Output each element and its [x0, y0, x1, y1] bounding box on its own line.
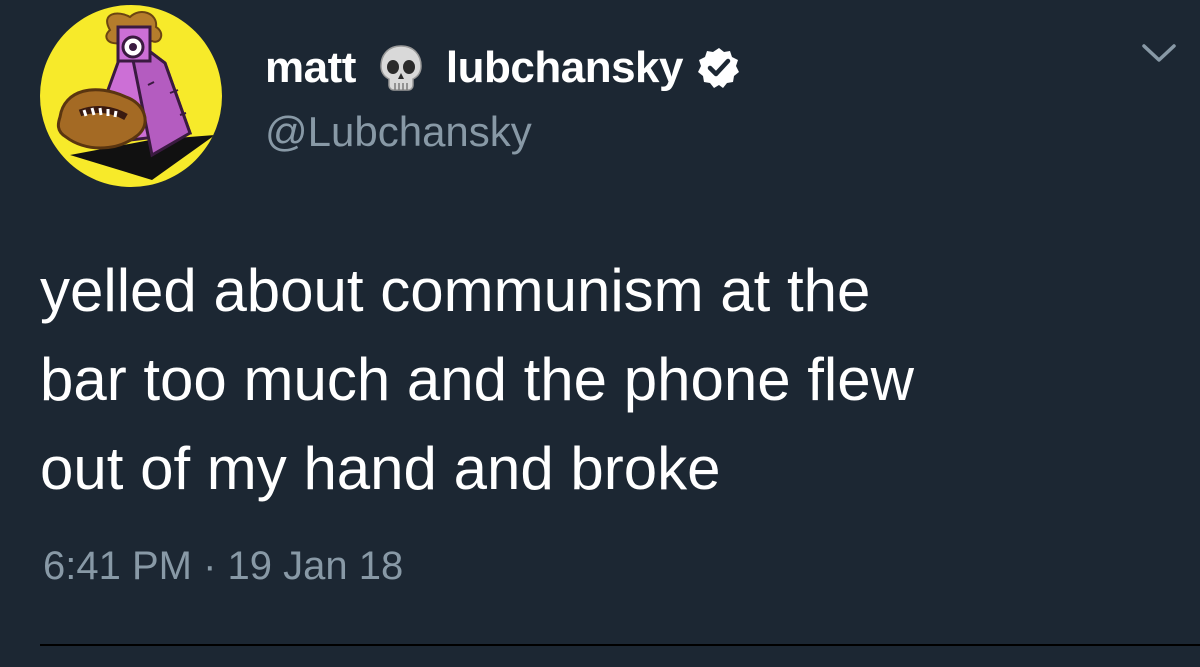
- display-name[interactable]: matt lubchansky: [265, 38, 741, 98]
- timestamp-separator: ·: [203, 544, 217, 588]
- tweet-timestamp[interactable]: 6:41 PM · 19 Jan 18: [43, 544, 403, 589]
- display-name-last[interactable]: lubchansky: [446, 43, 684, 93]
- avatar[interactable]: [40, 5, 222, 187]
- skull-icon: [380, 45, 422, 91]
- display-name-first[interactable]: matt: [265, 43, 356, 93]
- divider: [40, 644, 1200, 646]
- avatar-pyramid-illustration: [56, 11, 215, 180]
- tweet-date: 19 Jan 18: [227, 544, 404, 588]
- user-handle[interactable]: @Lubchansky: [265, 108, 532, 156]
- tweet-card: matt lubchansky @Lubchansky yelled about…: [0, 0, 1200, 667]
- chevron-down-icon[interactable]: [1140, 40, 1178, 66]
- tweet-time: 6:41 PM: [43, 544, 192, 588]
- tweet-text: yelled about communism at the bar too mu…: [40, 257, 914, 502]
- verified-badge-icon: [698, 48, 739, 88]
